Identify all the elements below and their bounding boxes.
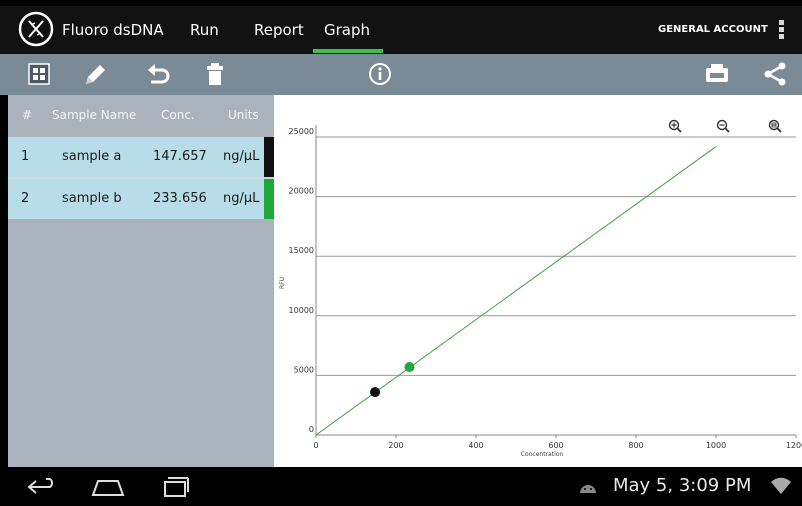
tab-report[interactable]: Report	[254, 21, 304, 39]
y-tick-label: 5000	[294, 365, 314, 374]
android-icon	[580, 485, 596, 493]
y-tick-label: 10000	[289, 306, 314, 315]
y-tick-label: 20000	[289, 187, 314, 196]
action-bar: Fluoro dsDNA Run Report Graph GENERAL AC…	[0, 6, 802, 54]
info-icon[interactable]	[367, 62, 393, 86]
table-header: # Sample Name Conc. Units	[8, 95, 274, 135]
system-navigation-bar: May 5, 3:09 PM	[0, 467, 802, 506]
zoom-in-icon[interactable]	[668, 119, 682, 133]
wifi-icon	[771, 477, 791, 494]
x-tick-label: 800	[628, 441, 643, 450]
y-tick-label: 25000	[289, 127, 314, 136]
pencil-icon[interactable]	[82, 62, 108, 86]
app-title: Fluoro dsDNA	[62, 21, 164, 39]
tab-run[interactable]: Run	[190, 21, 219, 39]
home-icon[interactable]	[90, 475, 126, 499]
row-units: ng/µL	[223, 149, 260, 164]
x-tick-label: 0	[313, 441, 318, 450]
row-sample-name: sample b	[62, 191, 122, 206]
column-header-conc: Conc.	[161, 108, 195, 122]
x-tick-label: 600	[548, 441, 563, 450]
row-index: 2	[21, 191, 30, 206]
table-row[interactable]: 1 sample a 147.657 ng/µL	[8, 137, 274, 177]
overflow-menu-icon[interactable]	[776, 20, 786, 42]
chart-svg: 0 5000 10000 15000 20000 25000 0 200 400 600 800 1…	[279, 119, 802, 458]
column-header-sample-name: Sample Name	[52, 108, 137, 122]
recents-icon[interactable]	[160, 476, 190, 498]
x-tick-label: 400	[468, 441, 483, 450]
toolbar	[0, 54, 802, 95]
y-tick-label: 0	[309, 425, 314, 434]
x-axis-label: Concentration	[521, 451, 564, 458]
x-tick-label: 1000	[706, 441, 726, 450]
active-tab-indicator	[313, 49, 383, 53]
row-conc: 147.657	[153, 149, 207, 164]
y-axis-label: RFU	[279, 277, 286, 289]
row-color-swatch	[264, 137, 274, 177]
table-row[interactable]: 2 sample b 233.656 ng/µL	[8, 179, 274, 219]
clock: May 5, 3:09 PM	[613, 475, 752, 496]
back-icon[interactable]	[26, 476, 58, 498]
row-sample-name: sample a	[62, 149, 122, 164]
zoom-reset-icon[interactable]	[768, 119, 782, 133]
x-tick-label: 1200	[786, 441, 802, 450]
row-color-swatch	[264, 179, 274, 219]
dna-icon[interactable]	[18, 11, 54, 47]
trash-icon[interactable]	[202, 62, 228, 86]
row-index: 1	[21, 149, 30, 164]
zoom-out-icon[interactable]	[716, 119, 730, 133]
column-header-index: #	[22, 108, 33, 122]
row-units: ng/µL	[223, 191, 260, 206]
grid-icon[interactable]	[26, 62, 52, 86]
standard-curve-chart: 0 5000 10000 15000 20000 25000 0 200 400 600 800 1…	[274, 95, 802, 467]
print-icon[interactable]	[704, 62, 730, 86]
sample-point[interactable]	[370, 387, 381, 398]
row-conc: 233.656	[153, 191, 207, 206]
share-icon[interactable]	[762, 62, 788, 86]
x-tick-label: 200	[388, 441, 403, 450]
tab-graph[interactable]: Graph	[324, 21, 370, 39]
column-header-units: Units	[228, 108, 259, 122]
sample-point[interactable]	[404, 362, 415, 373]
undo-icon[interactable]	[145, 62, 171, 86]
sample-table: # Sample Name Conc. Units 1 sample a 147…	[8, 95, 274, 467]
account-button[interactable]: GENERAL ACCOUNT	[658, 24, 768, 35]
y-tick-label: 15000	[289, 246, 314, 255]
